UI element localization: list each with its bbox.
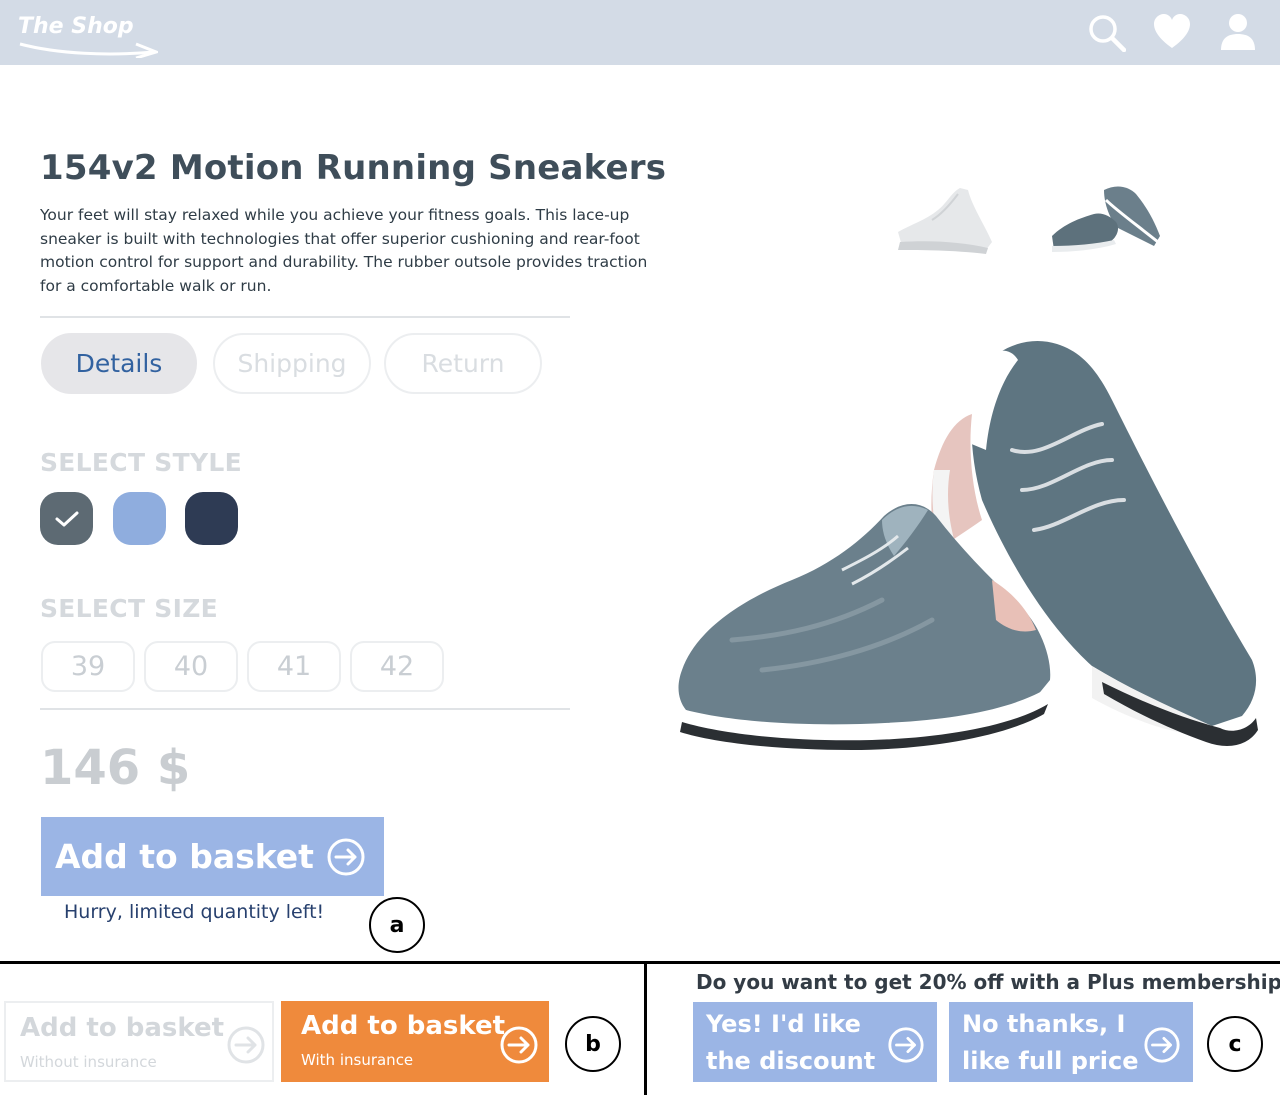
urgency-message: Hurry, limited quantity left! [64,901,325,923]
user-icon[interactable] [1218,12,1258,52]
accept-discount-button[interactable]: Yes! I'd like the discount [693,1002,937,1082]
with-insurance-main-label: Add to basket [301,1011,506,1041]
variant-marker-a: a [369,897,425,953]
style-swatch-navy[interactable] [185,492,238,545]
search-icon[interactable] [1086,12,1127,53]
thumbnail-grey-sneaker[interactable] [1046,180,1166,260]
without-insurance-main-label: Add to basket [20,1013,225,1043]
divider [40,708,570,710]
size-option-42[interactable]: 42 [350,641,444,692]
accept-discount-line1: Yes! I'd like [706,1010,861,1038]
divider [40,316,570,318]
product-hero-image [678,341,1258,750]
logo-swoosh-icon [19,42,158,58]
accept-discount-line2: the discount [706,1047,876,1075]
check-icon [55,511,78,526]
thumbnail-white-sneaker[interactable] [892,180,1000,260]
heart-icon[interactable] [1152,12,1192,52]
product-title: 154v2 Motion Running Sneakers [40,148,667,188]
with-insurance-sub-label: With insurance [301,1051,414,1069]
shop-logo[interactable]: The Shop [18,8,168,58]
product-price: 146 $ [40,740,191,796]
tab-return[interactable]: Return [384,333,542,394]
variant-marker-c: c [1207,1016,1263,1072]
style-swatch-grey[interactable] [40,492,93,545]
arrow-right-circle-icon [500,1026,538,1064]
style-swatch-light-blue[interactable] [113,492,166,545]
top-bar: The Shop [0,0,1280,65]
arrow-right-circle-icon [327,838,365,875]
decline-discount-line2: like full price [962,1047,1139,1075]
tab-details[interactable]: Details [41,333,197,394]
membership-question: Do you want to get 20% off with a Plus m… [696,970,1280,994]
without-insurance-sub-label: Without insurance [20,1053,157,1071]
arrow-right-circle-icon [888,1027,924,1063]
decline-discount-button[interactable]: No thanks, I like full price [949,1002,1193,1082]
add-to-basket-button[interactable]: Add to basket [41,817,384,896]
add-to-basket-without-insurance-button[interactable]: Add to basket Without insurance [4,1001,274,1082]
size-option-41[interactable]: 41 [247,641,341,692]
size-option-39[interactable]: 39 [41,641,135,692]
select-size-label: SELECT SIZE [40,594,219,623]
size-option-40[interactable]: 40 [144,641,238,692]
arrow-right-circle-icon [227,1026,265,1064]
add-to-basket-with-insurance-button[interactable]: Add to basket With insurance [281,1001,549,1082]
variant-divider-vertical [644,963,647,1095]
variant-divider-horizontal [0,961,1280,964]
add-to-basket-label: Add to basket [55,837,314,876]
variant-marker-b: b [565,1016,621,1072]
decline-discount-line1: No thanks, I [962,1010,1126,1038]
product-description: Your feet will stay relaxed while you ac… [40,206,648,295]
select-style-label: SELECT STYLE [40,448,242,477]
tab-shipping[interactable]: Shipping [213,333,371,394]
arrow-right-circle-icon [1144,1027,1180,1063]
